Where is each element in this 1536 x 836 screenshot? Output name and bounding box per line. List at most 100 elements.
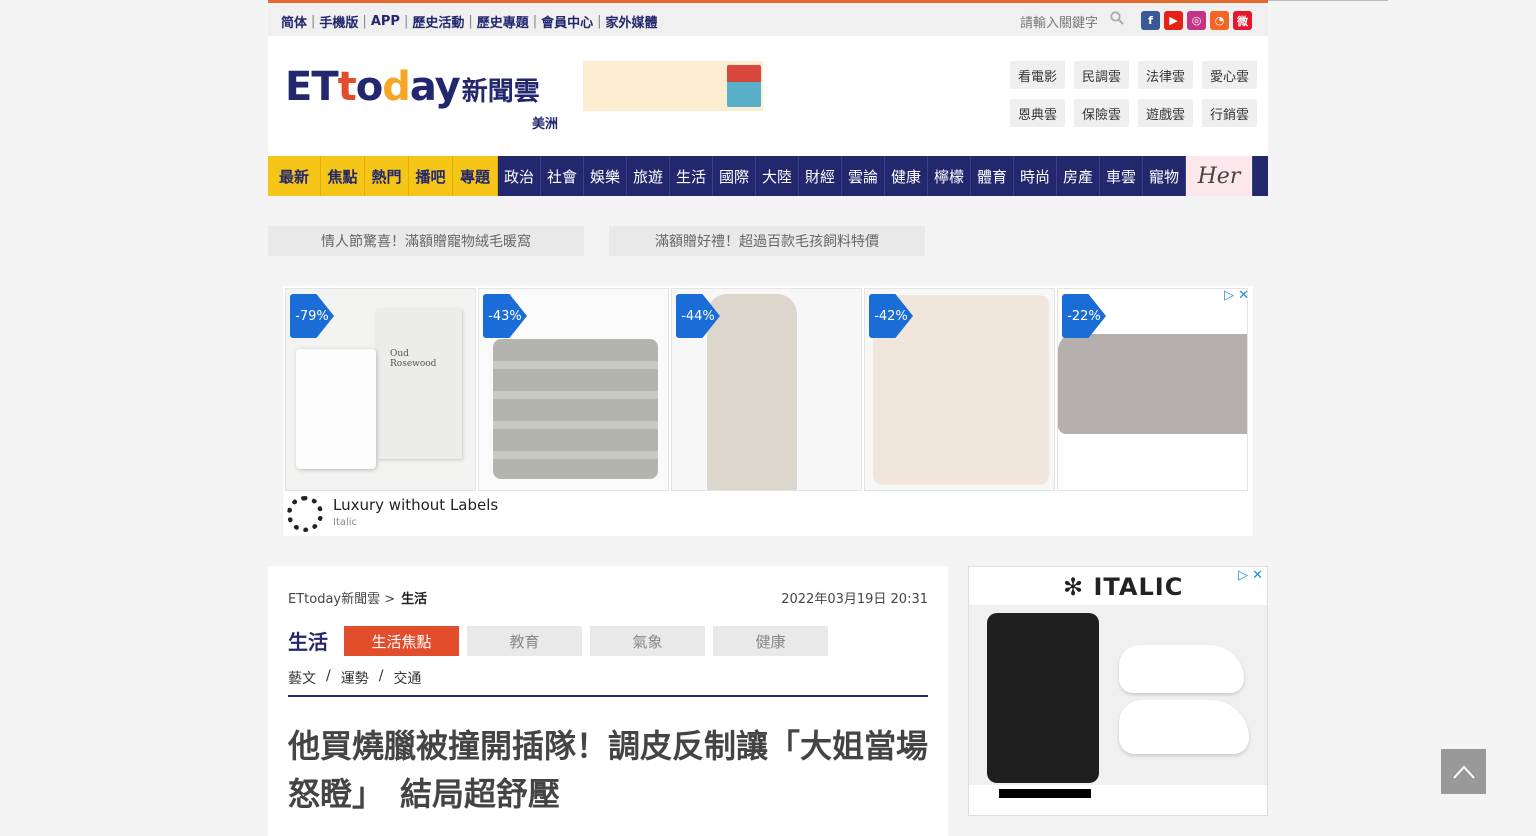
nav-item-latest[interactable]: 最新 <box>268 156 321 196</box>
chevron-up-icon <box>1452 765 1475 779</box>
nav-item-politics[interactable]: 政治 <box>498 156 541 196</box>
cloud-link-polls[interactable]: 民調雲 <box>1074 61 1129 89</box>
article-panel: ETtoday新聞雲 > 生活 2022年03月19日 20:31 生活 生活焦點… <box>268 566 948 836</box>
nav-item-sports[interactable]: 體育 <box>971 156 1014 196</box>
top-link-app[interactable]: APP <box>371 14 400 29</box>
nav-item-cars[interactable]: 車雲 <box>1100 156 1143 196</box>
cloud-link-marketing[interactable]: 行銷雲 <box>1202 99 1257 127</box>
logo-brand: ETtoday <box>285 64 461 110</box>
subcategory-tabs: 生活焦點 教育 氣象 健康 <box>344 626 828 656</box>
facebook-icon[interactable]: f <box>1141 11 1160 30</box>
cloud-link-insurance[interactable]: 保險雲 <box>1074 99 1129 127</box>
candle-jar <box>296 349 376 469</box>
nav-item-topics[interactable]: 專題 <box>453 156 498 196</box>
promo-link-2[interactable]: 滿額贈好禮！超過百款毛孩飼料特價 <box>609 226 925 256</box>
header-ad[interactable] <box>583 61 763 111</box>
sidebar-ad[interactable]: ✻ ITALIC ▷ ✕ <box>968 566 1268 816</box>
discount-tag-1: -79% <box>290 294 334 338</box>
cloud-link-grace[interactable]: 恩典雲 <box>1010 99 1065 127</box>
discount-tag-5: -22% <box>1062 294 1106 338</box>
ad-choices-icon[interactable]: ▷ ✕ <box>1224 288 1249 303</box>
site-logo[interactable]: ETtoday新聞雲 <box>285 64 540 110</box>
section-divider <box>288 695 928 697</box>
nav-item-video[interactable]: 播吧 <box>409 156 453 196</box>
breadcrumb: ETtoday新聞雲 > 生活 <box>288 588 427 607</box>
nav-item-travel[interactable]: 旅遊 <box>627 156 670 196</box>
sublink-fortune[interactable]: 運勢 <box>341 668 369 688</box>
nav-item-hot[interactable]: 熱門 <box>365 156 409 196</box>
robe-shape <box>707 294 797 490</box>
nav-item-china[interactable]: 大陸 <box>756 156 799 196</box>
sublink-separator: / <box>378 668 384 684</box>
article-headline: 他買燒臘被撞開插隊！調皮反制讓「大姐當場怒瞪」 結局超舒壓 <box>288 727 929 813</box>
advertiser-title[interactable]: Luxury without Labels <box>333 496 498 514</box>
nav-item-opinion[interactable]: 雲論 <box>842 156 885 196</box>
youtube-icon[interactable]: ▶ <box>1164 11 1183 30</box>
ad-tile-robe[interactable]: -44% <box>671 288 862 491</box>
top-links: 简体 | 手機版 | APP | 歷史活動 | 歷史專題 | 會員中心 | 家外媒體 <box>281 12 658 31</box>
cloud-link-charity[interactable]: 愛心雲 <box>1202 61 1257 89</box>
banner-ad[interactable]: Oud Rosewood -79% -43% -44% -42% -22% ▷ … <box>283 286 1253 536</box>
tab-health[interactable]: 健康 <box>713 626 828 656</box>
search-input[interactable]: 請輸入關鍵字 <box>1020 12 1098 31</box>
cloud-link-games[interactable]: 遊戲雲 <box>1138 99 1193 127</box>
nav-item-pets[interactable]: 寵物 <box>1143 156 1186 196</box>
breadcrumb-section[interactable]: 生活 <box>401 592 427 607</box>
sheets-stack <box>493 339 658 479</box>
nav-item-entertainment[interactable]: 娛樂 <box>584 156 627 196</box>
main-nav: 最新 焦點 熱門 播吧 專題 政治 社會 娛樂 旅遊 生活 國際 大陸 財經 雲… <box>268 156 1268 196</box>
ad-choices-icon[interactable]: ▷ ✕ <box>1238 568 1263 583</box>
product-text: Oud Rosewood <box>390 349 437 369</box>
top-link-mobile[interactable]: 手機版 <box>319 12 358 31</box>
top-link-history-events[interactable]: 歷史活動 <box>412 12 464 31</box>
nav-item-her[interactable]: Her <box>1186 156 1253 196</box>
nav-item-lemon[interactable]: 檸檬 <box>928 156 971 196</box>
nav-item-life[interactable]: 生活 <box>670 156 713 196</box>
category-title: 生活 <box>288 630 328 654</box>
nav-item-realestate[interactable]: 房產 <box>1057 156 1100 196</box>
sublink-traffic[interactable]: 交通 <box>393 668 421 688</box>
subcategory-links: 藝文 / 運勢 / 交通 <box>288 668 421 688</box>
cloud-links: 看電影 民調雲 法律雲 愛心雲 恩典雲 保險雲 遊戲雲 行銷雲 <box>1010 61 1257 127</box>
tab-weather[interactable]: 氣象 <box>590 626 705 656</box>
back-to-top-button[interactable] <box>1441 749 1486 794</box>
top-accent-line <box>1268 0 1388 1</box>
ad-tile-pillow[interactable]: -42% <box>864 288 1055 491</box>
candle-box <box>376 309 462 459</box>
nav-item-international[interactable]: 國際 <box>713 156 756 196</box>
top-link-history-topics[interactable]: 歷史專題 <box>477 12 529 31</box>
social-icons: f ▶ ◎ ◔ 微 <box>1141 11 1252 30</box>
ad-tile-throw[interactable]: -22% <box>1057 288 1248 491</box>
search-icon[interactable] <box>1110 11 1124 25</box>
cloud-link-movies[interactable]: 看電影 <box>1010 61 1065 89</box>
advertiser-logo-icon <box>287 496 323 532</box>
tab-education[interactable]: 教育 <box>467 626 582 656</box>
sidebar-ad-brand-text: ITALIC <box>1093 573 1184 601</box>
nav-item-fashion[interactable]: 時尚 <box>1014 156 1057 196</box>
sidebar-ad-image <box>969 605 1267 785</box>
top-link-member-center[interactable]: 會員中心 <box>541 12 593 31</box>
breadcrumb-site[interactable]: ETtoday新聞雲 > <box>288 592 395 607</box>
sneaker-image <box>1119 700 1249 754</box>
weibo-icon[interactable]: 微 <box>1233 11 1252 30</box>
top-link-simplified[interactable]: 简体 <box>281 12 307 31</box>
promo-link-1[interactable]: 情人節驚喜！滿額贈寵物絨毛暖窩 <box>268 226 584 256</box>
site-header: ETtoday新聞雲 美洲 看電影 民調雲 法律雲 愛心雲 恩典雲 保險雲 遊戲… <box>268 36 1268 156</box>
rss-icon[interactable]: ◔ <box>1210 11 1229 30</box>
ad-tile-sheets[interactable]: -43% <box>478 288 669 491</box>
tab-life-focus[interactable]: 生活焦點 <box>344 626 459 656</box>
nav-item-society[interactable]: 社會 <box>541 156 584 196</box>
publish-date: 2022年03月19日 20:31 <box>781 592 928 607</box>
nav-item-health[interactable]: 健康 <box>885 156 928 196</box>
instagram-icon[interactable]: ◎ <box>1187 11 1206 30</box>
ad-tile-candle[interactable]: Oud Rosewood -79% <box>285 288 476 491</box>
sidebar-ad-brand: ✻ ITALIC <box>1063 573 1184 601</box>
nav-item-finance[interactable]: 財經 <box>799 156 842 196</box>
nav-item-focus[interactable]: 焦點 <box>321 156 365 196</box>
top-link-outdoor-media[interactable]: 家外媒體 <box>606 12 658 31</box>
region-label[interactable]: 美洲 <box>532 113 558 132</box>
sublink-separator: / <box>326 668 331 684</box>
cloud-link-law[interactable]: 法律雲 <box>1138 61 1193 89</box>
sublink-arts[interactable]: 藝文 <box>288 668 316 688</box>
throw-shape <box>1058 334 1247 434</box>
